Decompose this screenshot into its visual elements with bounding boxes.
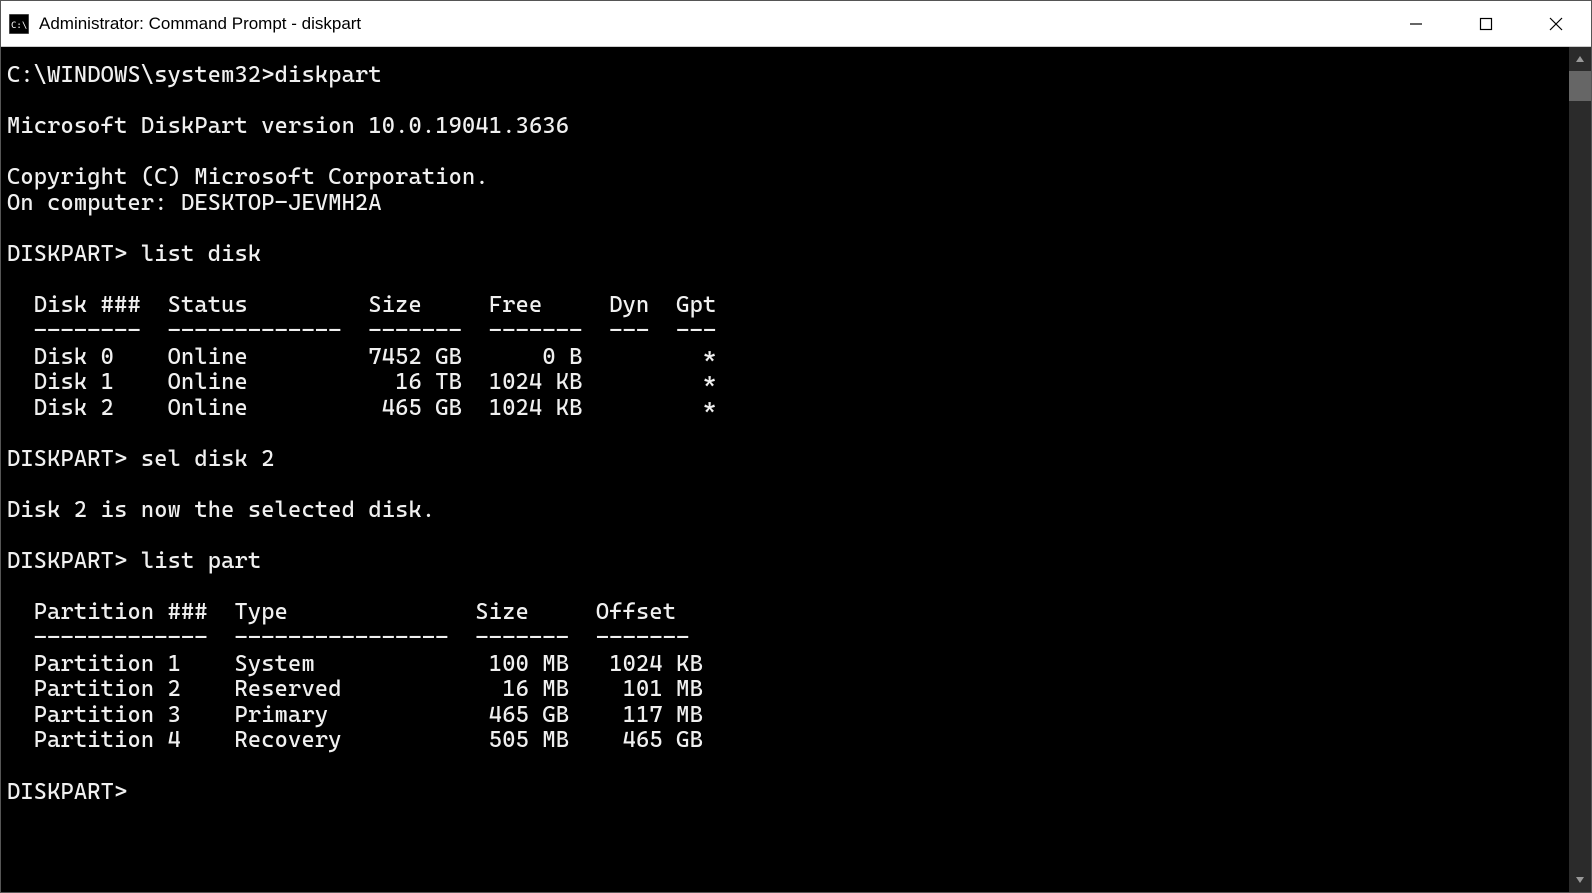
terminal-output[interactable]: C:\WINDOWS\system32>diskpart Microsoft D…	[1, 47, 1569, 892]
window-controls	[1381, 1, 1591, 46]
vertical-scrollbar[interactable]	[1569, 47, 1591, 892]
scroll-thumb[interactable]	[1569, 71, 1591, 101]
client-area: C:\WINDOWS\system32>diskpart Microsoft D…	[1, 47, 1591, 892]
minimize-button[interactable]	[1381, 1, 1451, 46]
scroll-down-arrow-icon[interactable]	[1569, 868, 1591, 892]
app-icon: C:\	[9, 14, 29, 34]
titlebar[interactable]: C:\ Administrator: Command Prompt - disk…	[1, 1, 1591, 47]
close-button[interactable]	[1521, 1, 1591, 46]
window-title: Administrator: Command Prompt - diskpart	[39, 14, 1381, 34]
command-prompt-window: C:\ Administrator: Command Prompt - disk…	[0, 0, 1592, 893]
scroll-up-arrow-icon[interactable]	[1569, 47, 1591, 71]
svg-text:C:\: C:\	[11, 21, 27, 31]
maximize-button[interactable]	[1451, 1, 1521, 46]
